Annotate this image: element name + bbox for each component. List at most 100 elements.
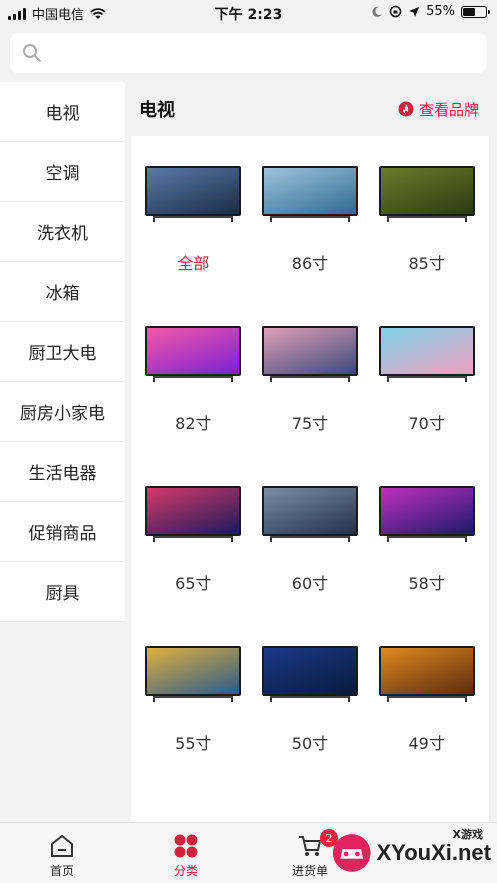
status-right: 55% — [371, 4, 490, 19]
sidebar-item-kitchen-bath-appliances[interactable]: 厨卫大电 — [0, 322, 125, 382]
sidebar-item-air-conditioner[interactable]: 空调 — [0, 142, 125, 202]
site-watermark: XYouXi.net X游戏 — [331, 822, 491, 883]
product-size-label: 全部 — [177, 254, 210, 273]
tv-stand — [386, 536, 467, 542]
tv-stand — [269, 376, 350, 382]
tv-stand — [269, 536, 350, 542]
search-bar — [0, 26, 497, 82]
tv-stand — [269, 216, 350, 222]
product-size-label: 58寸 — [408, 574, 445, 593]
tv-screen — [145, 326, 242, 376]
tv-image — [260, 646, 360, 702]
battery-percent: 55% — [426, 4, 455, 19]
sidebar-item-label: 冰箱 — [45, 284, 80, 304]
tv-screen — [145, 646, 242, 696]
category-icon — [174, 834, 198, 858]
home-icon — [51, 835, 73, 857]
flame-icon — [398, 101, 414, 117]
product-cell[interactable]: 58寸 — [368, 456, 485, 616]
tab-home[interactable]: 首页 — [0, 823, 124, 883]
sidebar-item-label: 生活电器 — [28, 464, 97, 484]
tv-image — [143, 166, 243, 222]
panel-header: 电视 查看品牌 — [131, 82, 489, 136]
sidebar-item-small-kitchen-appliances[interactable]: 厨房小家电 — [0, 382, 125, 442]
category-sidebar: 电视 空调 洗衣机 冰箱 厨卫大电 厨房小家电 生活电器 促销商品 厨具 — [0, 82, 125, 822]
tab-label: 首页 — [49, 864, 74, 878]
product-cell[interactable]: 55寸 — [135, 616, 252, 776]
sidebar-item-label: 厨房小家电 — [20, 404, 105, 424]
tv-image — [143, 326, 243, 382]
sidebar-item-label: 电视 — [45, 104, 80, 124]
tv-image — [377, 486, 477, 542]
tv-screen — [261, 326, 358, 376]
tv-stand — [386, 376, 467, 382]
tv-screen — [145, 166, 242, 216]
moon-icon — [372, 6, 383, 17]
tab-label: 分类 — [173, 864, 198, 878]
tv-image — [260, 486, 360, 542]
rotation-lock-icon — [389, 5, 402, 18]
tv-screen — [261, 166, 358, 216]
product-cell[interactable]: 65寸 — [135, 456, 252, 616]
sidebar-item-promotions[interactable]: 促销商品 — [0, 502, 125, 562]
tv-image — [260, 166, 360, 222]
sidebar-item-refrigerator[interactable]: 冰箱 — [0, 262, 125, 322]
product-size-label: 50寸 — [291, 734, 329, 753]
tv-stand — [153, 376, 234, 382]
product-cell[interactable]: 49寸 — [368, 616, 485, 776]
watermark-small-text: X游戏 — [452, 828, 483, 841]
view-brands-label: 查看品牌 — [418, 100, 479, 119]
sidebar-item-home-appliances[interactable]: 生活电器 — [0, 442, 125, 502]
product-cell[interactable]: 全部 — [135, 136, 252, 296]
tv-stand — [153, 216, 234, 222]
sidebar-item-washing-machine[interactable]: 洗衣机 — [0, 202, 125, 262]
product-cell[interactable]: 86寸 — [252, 136, 369, 296]
sidebar-item-cookware[interactable]: 厨具 — [0, 562, 125, 622]
product-cell[interactable]: 75寸 — [252, 296, 369, 456]
product-cell[interactable]: 70寸 — [368, 296, 485, 456]
search-input[interactable] — [42, 33, 487, 73]
product-cell[interactable]: 85寸 — [368, 136, 485, 296]
search-box[interactable] — [10, 33, 487, 73]
sidebar-item-label: 厨具 — [45, 584, 80, 604]
product-size-label: 49寸 — [408, 734, 445, 753]
tv-stand — [269, 696, 350, 702]
product-cell[interactable]: 60寸 — [252, 456, 369, 616]
product-size-label: 70寸 — [408, 414, 445, 433]
sidebar-item-label: 厨卫大电 — [28, 344, 97, 364]
tv-image — [260, 326, 360, 382]
tv-screen — [378, 646, 475, 696]
page-title: 电视 — [139, 100, 175, 121]
tv-stand — [386, 216, 467, 222]
sidebar-item-label: 促销商品 — [28, 524, 97, 544]
tv-stand — [153, 536, 234, 542]
product-size-label: 60寸 — [291, 574, 329, 593]
tv-screen — [378, 326, 475, 376]
tab-label: 进货单 — [291, 864, 328, 878]
tv-image — [143, 646, 243, 702]
battery-icon — [461, 5, 490, 18]
location-icon — [409, 6, 420, 17]
tv-screen — [261, 486, 358, 536]
tab-category[interactable]: 分类 — [124, 823, 248, 883]
product-size-label: 82寸 — [175, 414, 212, 433]
view-brands-link[interactable]: 查看品牌 — [398, 99, 479, 120]
product-size-label: 85寸 — [408, 254, 445, 273]
tv-image — [143, 486, 243, 542]
product-grid: 全部 86寸 85寸 82寸 75寸 70寸 65寸 60寸 58寸 55寸 50寸 49寸 — [131, 136, 489, 776]
product-size-label: 86寸 — [291, 254, 329, 273]
product-cell[interactable]: 82寸 — [135, 296, 252, 456]
product-cell[interactable]: 50寸 — [252, 616, 369, 776]
product-size-label: 75寸 — [291, 414, 329, 433]
search-icon — [23, 44, 41, 62]
tv-screen — [261, 646, 358, 696]
tv-image — [377, 326, 477, 382]
product-panel: 电视 查看品牌 全部 86寸 85寸 82寸 75寸 70寸 65寸 60寸 58寸 55寸 50寸… — [131, 82, 489, 822]
tv-screen — [378, 166, 475, 216]
tv-stand — [386, 696, 467, 702]
battery-level — [463, 7, 476, 16]
tv-screen — [145, 486, 242, 536]
product-size-label: 55寸 — [175, 734, 212, 753]
tv-image — [377, 646, 477, 702]
sidebar-item-tv[interactable]: 电视 — [0, 82, 125, 142]
